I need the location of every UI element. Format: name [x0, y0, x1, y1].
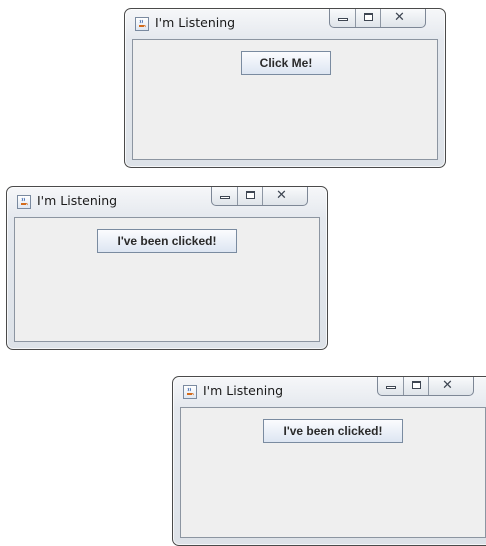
minimize-button[interactable] [378, 377, 404, 395]
maximize-icon [412, 381, 421, 389]
java-coffee-cup-icon[interactable] [17, 195, 31, 209]
close-icon: ✕ [276, 188, 287, 203]
content-pane: I've been clicked! [14, 217, 320, 342]
window-controls: ✕ [329, 9, 426, 28]
close-icon: ✕ [442, 378, 453, 393]
app-window[interactable]: I'm Listening ✕ I've been clicked! [172, 376, 486, 546]
close-button[interactable]: ✕ [429, 377, 473, 395]
java-coffee-cup-icon[interactable] [183, 385, 197, 399]
minimize-icon [220, 196, 230, 199]
close-button[interactable]: ✕ [381, 9, 425, 27]
app-window[interactable]: I'm Listening ✕ Click Me! [124, 8, 446, 168]
window-title: I'm Listening [155, 15, 236, 30]
maximize-button[interactable] [404, 377, 429, 395]
click-me-button[interactable]: Click Me! [241, 51, 331, 75]
title-bar[interactable]: I'm Listening ✕ [173, 377, 486, 407]
minimize-button[interactable] [330, 9, 356, 27]
app-window[interactable]: I'm Listening ✕ I've been clicked! [6, 186, 328, 350]
content-pane: Click Me! [132, 39, 438, 160]
clicked-button[interactable]: I've been clicked! [263, 419, 403, 443]
title-bar[interactable]: I'm Listening ✕ [7, 187, 327, 217]
close-button[interactable]: ✕ [263, 187, 307, 205]
window-controls: ✕ [211, 187, 308, 206]
maximize-icon [246, 191, 255, 199]
window-title: I'm Listening [37, 193, 118, 208]
close-icon: ✕ [394, 10, 405, 25]
title-bar[interactable]: I'm Listening ✕ [125, 9, 445, 39]
window-controls: ✕ [377, 377, 474, 396]
maximize-icon [364, 13, 373, 21]
java-coffee-cup-icon[interactable] [135, 17, 149, 31]
minimize-icon [386, 386, 396, 389]
maximize-button[interactable] [356, 9, 381, 27]
window-title: I'm Listening [203, 383, 284, 398]
minimize-button[interactable] [212, 187, 238, 205]
clicked-button[interactable]: I've been clicked! [97, 229, 237, 253]
minimize-icon [338, 18, 348, 21]
content-pane: I've been clicked! [180, 407, 486, 538]
maximize-button[interactable] [238, 187, 263, 205]
